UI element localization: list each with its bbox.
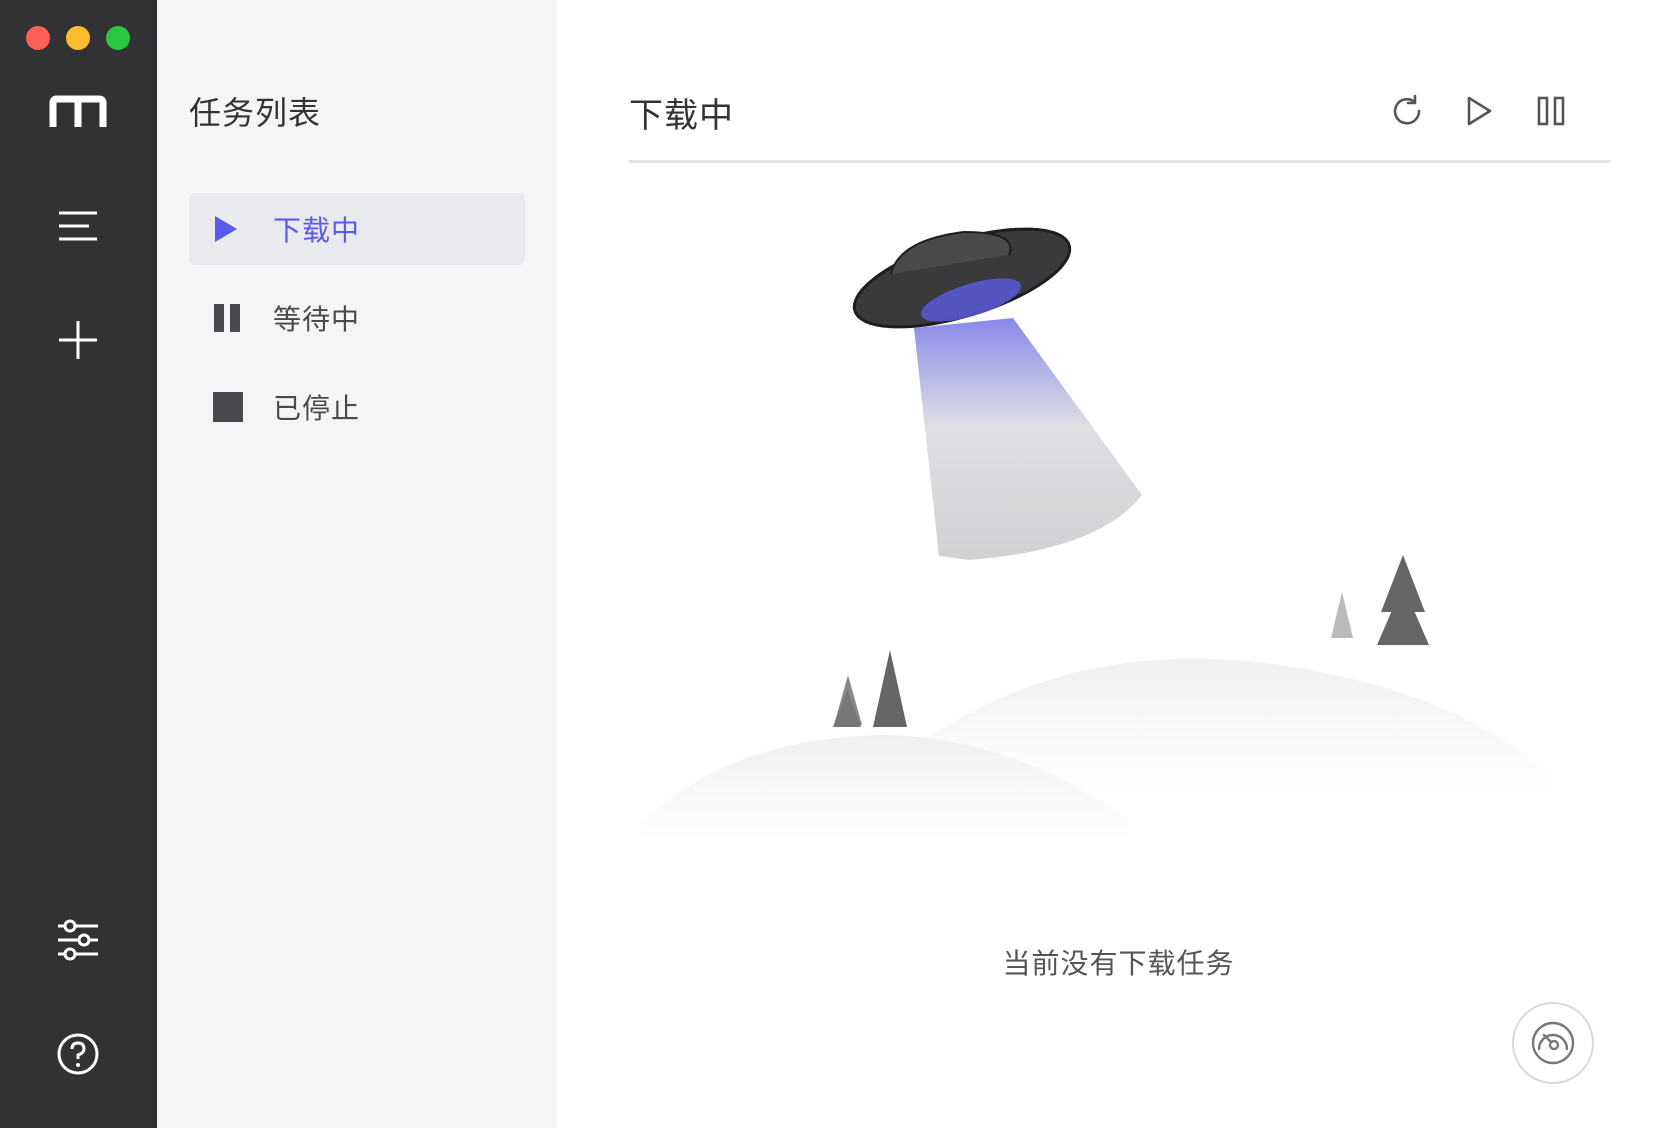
sliders-icon[interactable]	[38, 900, 118, 980]
task-filter-active[interactable]: 下载中	[189, 193, 525, 265]
stop-icon	[213, 392, 263, 422]
task-filter-label: 等待中	[273, 303, 361, 336]
page-title: 下载中	[629, 96, 734, 136]
pause-icon	[213, 303, 263, 333]
toolbar	[1386, 90, 1572, 132]
speedometer-button[interactable]	[1512, 1002, 1594, 1084]
side-rail	[0, 0, 157, 1128]
help-circle-icon[interactable]	[38, 1014, 118, 1094]
ufo-illustration	[629, 227, 1564, 840]
play-icon	[213, 214, 263, 244]
task-filter-stopped[interactable]: 已停止	[189, 371, 525, 443]
app-window: 任务列表 下载中 等待中 已停止 下载中 当前没有下载任务	[0, 0, 1680, 1128]
header-divider	[629, 160, 1610, 163]
task-list-panel: 任务列表 下载中 等待中 已停止	[157, 0, 557, 1128]
panel-title: 任务列表	[189, 94, 322, 132]
pause-outline-icon[interactable]	[1530, 90, 1572, 132]
task-filter-label: 已停止	[273, 392, 361, 425]
play-outline-icon[interactable]	[1458, 90, 1500, 132]
task-filter-label: 下载中	[273, 214, 361, 247]
minimize-window-button[interactable]	[66, 26, 90, 50]
empty-state-message: 当前没有下载任务	[1002, 947, 1235, 980]
menu-lines-icon[interactable]	[38, 186, 118, 266]
speedometer-icon	[1531, 1021, 1575, 1065]
refresh-icon[interactable]	[1386, 90, 1428, 132]
motrix-logo-icon[interactable]	[38, 72, 118, 152]
zoom-window-button[interactable]	[106, 26, 130, 50]
main-content: 下载中 当前没有下载任务	[557, 0, 1680, 1128]
plus-icon[interactable]	[38, 300, 118, 380]
task-filter-waiting[interactable]: 等待中	[189, 282, 525, 354]
window-controls	[26, 26, 130, 50]
close-window-button[interactable]	[26, 26, 50, 50]
